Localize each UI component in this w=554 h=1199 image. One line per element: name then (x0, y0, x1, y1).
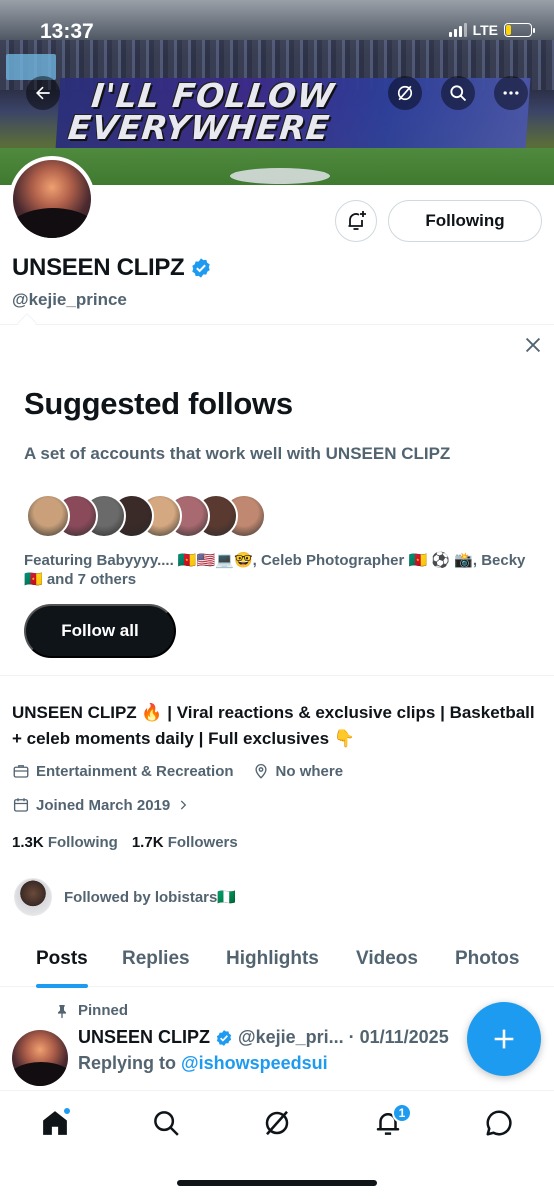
verified-badge-icon[interactable] (190, 257, 212, 279)
nav-home[interactable] (35, 1103, 75, 1143)
following-button[interactable]: Following (388, 200, 542, 242)
suggested-avatars[interactable] (26, 494, 286, 540)
profile-name-row: UNSEEN CLIPZ (12, 254, 212, 282)
tab-videos[interactable]: Videos (338, 930, 436, 987)
grok-button[interactable] (388, 76, 422, 110)
chevron-right-icon (181, 800, 187, 810)
category-row: Entertainment & Recreation No where (12, 762, 343, 780)
notify-button[interactable] (335, 200, 377, 242)
followers-count-link[interactable]: 1.7K Followers (132, 834, 238, 851)
profile-avatar[interactable] (9, 156, 95, 242)
pinned-label-row: Pinned (54, 1002, 128, 1019)
calendar-icon (13, 798, 29, 812)
back-arrow-icon (36, 86, 50, 100)
follow-counts: 1.3K Following 1.7K Followers (12, 834, 238, 851)
profile-bio: UNSEEN CLIPZ 🔥 | Viral reactions & exclu… (12, 703, 535, 748)
tifo-line-2: EVERYWHERE (66, 108, 332, 147)
replying-to-row: Replying to @ishowspeedsui (78, 1053, 328, 1074)
search-icon (450, 85, 467, 102)
nav-search[interactable] (146, 1103, 186, 1143)
home-indicator[interactable] (177, 1180, 377, 1186)
followed-by-text: Followed by lobistars🇳🇬 (64, 889, 237, 906)
profile-tabs: Posts Replies Highlights Videos Photos (0, 930, 554, 988)
followed-by-avatar (14, 878, 52, 916)
location-label: No where (275, 762, 344, 780)
location-icon (254, 764, 267, 779)
grok-icon (265, 1110, 289, 1136)
briefcase-icon (13, 765, 29, 778)
signal-icon (448, 23, 467, 37)
verified-badge-icon (216, 1029, 232, 1046)
replying-prefix: Replying to (78, 1053, 176, 1073)
following-count: 1.3K (12, 834, 44, 851)
close-icon[interactable] (522, 334, 544, 356)
nav-grok[interactable] (257, 1103, 297, 1143)
tab-photos[interactable]: Photos (437, 930, 537, 987)
tab-replies[interactable]: Replies (104, 930, 208, 987)
post-author-name[interactable]: UNSEEN CLIPZ (78, 1027, 210, 1048)
suggested-featuring-text[interactable]: Featuring Babyyyy.... 🇨🇲🇺🇸💻🤓, Celeb Phot… (24, 551, 534, 589)
post-avatar[interactable] (12, 1030, 68, 1086)
suggested-avatar[interactable] (26, 494, 70, 538)
compose-button[interactable] (467, 1002, 541, 1076)
tab-highlights[interactable]: Highlights (208, 930, 337, 987)
suggested-subtitle: A set of accounts that work well with UN… (24, 444, 451, 463)
post-handle-date: @kejie_pri... · 01/11/2025 (238, 1027, 449, 1047)
notification-count-badge: 1 (392, 1103, 412, 1123)
nav-notifications[interactable]: 1 (368, 1103, 412, 1143)
pinned-label: Pinned (78, 1002, 129, 1019)
grok-icon (397, 85, 413, 101)
back-button[interactable] (26, 76, 60, 110)
plus-icon (494, 1029, 514, 1049)
followed-by-row[interactable]: Followed by lobistars🇳🇬 (14, 878, 236, 916)
sponsor-board (230, 168, 330, 184)
network-type: LTE (472, 22, 498, 38)
followers-label: Followers (167, 834, 238, 851)
category-label: Entertainment & Recreation (36, 762, 234, 780)
home-unread-dot (63, 1107, 71, 1115)
joined-row[interactable]: Joined March 2019 (12, 796, 190, 814)
followers-count: 1.7K (131, 834, 164, 851)
profile-name: UNSEEN CLIPZ (12, 254, 185, 281)
follow-all-button[interactable]: Follow all (24, 604, 176, 658)
following-label: Following (47, 834, 118, 851)
profile-handle: @kejie_prince (12, 290, 127, 309)
following-count-link[interactable]: 1.3K Following (12, 834, 118, 851)
nav-messages[interactable] (479, 1103, 519, 1143)
messages-icon (486, 1110, 512, 1136)
post-header: UNSEEN CLIPZ @kejie_pri... · 01/11/2025 (78, 1027, 449, 1048)
search-icon (154, 1111, 179, 1136)
search-button[interactable] (441, 76, 475, 110)
tab-posts[interactable]: Posts (18, 930, 106, 988)
replying-to-link[interactable]: @ishowspeedsui (181, 1053, 328, 1073)
battery-icon (504, 23, 535, 37)
status-time: 13:37 (40, 20, 94, 43)
suggested-title: Suggested follows (24, 386, 293, 421)
joined-label: Joined March 2019 (36, 796, 171, 814)
more-button[interactable] (494, 76, 528, 110)
status-indicators: LTE (448, 22, 535, 38)
bell-plus-icon (348, 211, 366, 230)
pin-icon (58, 1004, 66, 1018)
more-icon (503, 91, 519, 95)
